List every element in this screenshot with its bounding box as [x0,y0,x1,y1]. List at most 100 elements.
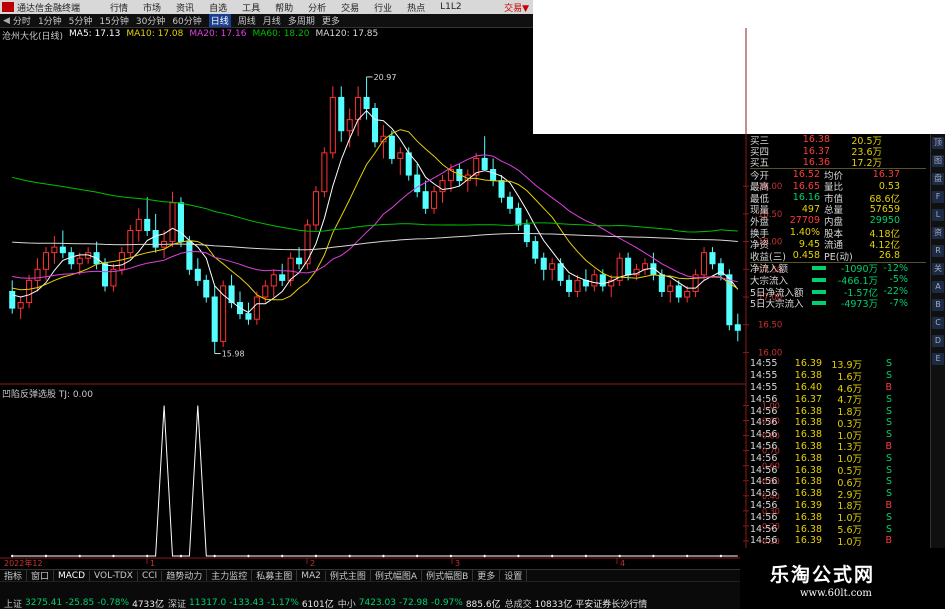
tick-side: S [885,417,892,429]
x-tick-label: 1 [150,559,155,568]
total-turnover-value: 10833亿 [534,599,573,609]
bid-price: 16.37 [802,145,830,157]
tick-side: S [885,429,892,441]
right-toolbar: 顶图盘FL资R关ABCDE [930,134,945,564]
tick-price: 16.38 [794,405,822,417]
indicator-point [146,554,149,558]
indicator-point [550,554,554,558]
candle-body [177,202,184,243]
indicator-tab[interactable]: VOL-TDX [90,570,138,581]
toolbar-icon[interactable]: 关 [932,263,944,275]
stat-value: 16.52 [792,169,820,181]
y-tick-label: 16.50 [758,321,782,331]
candle-body [414,174,421,193]
index-change: -25.85 [65,598,95,608]
indicator-point [652,554,655,558]
indicator-point [44,554,48,558]
high-annotation: 20.97 [374,73,397,82]
toolbar-icon[interactable]: 资 [932,227,944,239]
index-name[interactable]: 中小 [338,597,356,609]
candle-body [709,252,716,265]
candle-body [599,274,606,287]
indicator-point [348,554,351,558]
indicator-point [78,554,81,558]
candle-body [312,191,319,226]
index-value: 7423.03 [358,598,396,608]
index-amount: 6101亿 [301,599,334,609]
tick-time: 14:56 [750,429,778,441]
tick-side: S [885,393,892,405]
tick-side: S [885,370,892,382]
indicator-point [449,554,453,558]
toolbar-icon[interactable]: 图 [932,155,944,167]
toolbar-icon[interactable]: 顶 [932,137,944,149]
tick-list[interactable]: 14:55 16.39 13.9万 S 14:55 16.38 1.6万 S 14:55 16.4… [750,358,926,571]
index-amount: 885.6亿 [465,599,501,609]
indicator-point [247,554,250,558]
candle-body [26,279,33,304]
candle-body [279,274,286,281]
flow-value: -4973万 [840,299,878,311]
indicator-tab[interactable]: MA2 [297,570,326,581]
candle-body [506,196,514,209]
tick-price: 16.38 [794,370,822,382]
toolbar-icon[interactable]: D [932,335,944,347]
indicator-tab[interactable]: CCI [138,570,163,581]
flow-label: 5日大宗流入 [750,299,804,311]
low-annotation: 15.98 [222,350,245,359]
candle-body [566,279,573,292]
tick-side: S [885,452,892,464]
toolbar-icon[interactable]: 盘 [932,173,944,185]
candle-body [270,274,277,287]
toolbar-icon[interactable]: R [932,245,944,257]
toolbar-icon[interactable]: F [932,191,944,203]
tick-time: 14:55 [750,370,778,382]
indicator-point [415,554,419,558]
candle-body [329,96,336,154]
tick-price: 16.38 [794,523,822,535]
candle-body [253,296,260,320]
indicator-point [584,554,588,558]
indicator-line [12,405,738,557]
tick-side: B [885,499,892,511]
candle-body [363,96,370,110]
candle-body [658,274,665,292]
indicator-point [280,554,284,558]
index-name[interactable]: 深证 [168,597,186,609]
toolbar-icon[interactable]: E [932,353,944,365]
candle-body [17,302,24,309]
tick-side: B [885,440,892,452]
indicator-point [483,554,486,558]
candle-body [490,169,497,182]
broker-note: 平安证券长沙行情 [575,599,648,609]
candle-body [388,135,395,159]
toolbar-icon[interactable]: A [932,281,944,293]
candle-body [287,257,294,281]
index-name[interactable]: 上证 [4,597,22,609]
candle-body [144,218,151,231]
index-change-pct: -0.78% [97,598,130,608]
toolbar-icon[interactable]: B [932,299,944,311]
candle-body [371,108,379,143]
tick-price: 16.38 [794,440,822,452]
bid-price: 16.36 [802,156,830,168]
candle-body [641,263,649,270]
toolbar-icon[interactable]: C [932,317,944,329]
indicator-point [618,554,621,558]
watermark-url: www.60lt.com [800,588,872,599]
x-tick-label: 2 [310,559,315,568]
flow-bar [812,266,826,271]
tick-time: 14:56 [750,511,778,523]
candle-body [574,279,581,292]
tick-time: 14:56 [750,488,778,500]
toolbar-icon[interactable]: L [932,209,944,221]
indicator-point [179,554,183,558]
stat-value: 4.12亿 [869,240,900,252]
indicator-point [112,554,115,558]
index-amount: 4733亿 [132,599,164,609]
candle-body [59,246,66,254]
stat-value: 16.16 [792,192,820,204]
indicator-tab[interactable]: MACD [54,570,91,581]
flow-pct: -12% [883,262,908,274]
candle-body [540,257,547,270]
